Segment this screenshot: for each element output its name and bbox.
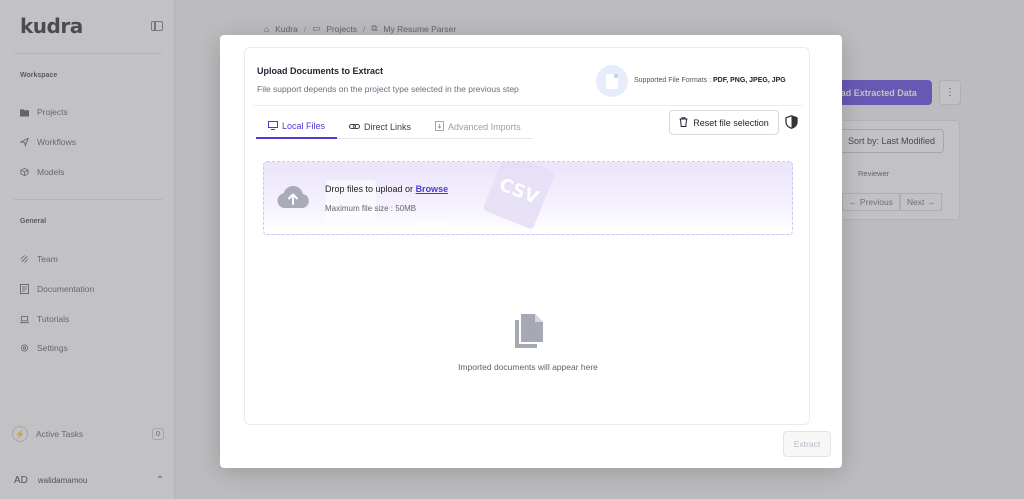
supported-formats: Supported File Formats : PDF, PNG, JPEG,…: [634, 77, 786, 84]
dropzone-prompt: Drop files to upload or Browse: [325, 184, 448, 194]
modal-subtitle: File support depends on the project type…: [257, 84, 519, 94]
csv-decoration: CSV: [482, 162, 556, 230]
reset-file-selection-button[interactable]: Reset file selection: [669, 110, 779, 135]
tab-label: Advanced Imports: [448, 122, 521, 132]
tab-label: Direct Links: [364, 122, 412, 132]
tab-advanced-imports[interactable]: Advanced Imports: [423, 115, 533, 139]
dropzone-prompt-text: Drop files to upload or: [325, 184, 416, 194]
browse-link[interactable]: Browse: [416, 184, 449, 194]
trash-icon: [679, 116, 688, 129]
decorative-file-card: [414, 220, 450, 234]
cloud-upload-icon: [277, 186, 309, 208]
documents-empty-icon: [515, 314, 543, 348]
import-tabs: Local Files Direct Links Advanced Import…: [256, 115, 533, 139]
tab-direct-links[interactable]: Direct Links: [337, 115, 423, 139]
modal-title: Upload Documents to Extract: [257, 66, 384, 76]
upload-modal: Upload Documents to Extract File support…: [220, 35, 842, 468]
import-icon: [435, 121, 444, 133]
tab-label: Local Files: [282, 121, 326, 131]
extract-button[interactable]: Extract: [783, 431, 831, 457]
supported-formats-value: PDF, PNG, JPEG, JPG: [712, 77, 786, 84]
monitor-icon: [268, 120, 278, 132]
header-divider: [254, 105, 802, 106]
link-icon: [349, 122, 361, 133]
shield-icon[interactable]: [785, 115, 798, 129]
file-format-icon: [596, 65, 628, 97]
supported-formats-label: Supported File Formats :: [634, 77, 713, 84]
empty-state-text: Imported documents will appear here: [458, 362, 598, 372]
tab-local-files[interactable]: Local Files: [256, 115, 338, 139]
reset-button-label: Reset file selection: [693, 117, 769, 128]
max-file-size: Maximum file size : 50MB: [325, 204, 417, 213]
file-dropzone[interactable]: CSV Drop files to upload or Browse Maxim…: [263, 161, 793, 235]
